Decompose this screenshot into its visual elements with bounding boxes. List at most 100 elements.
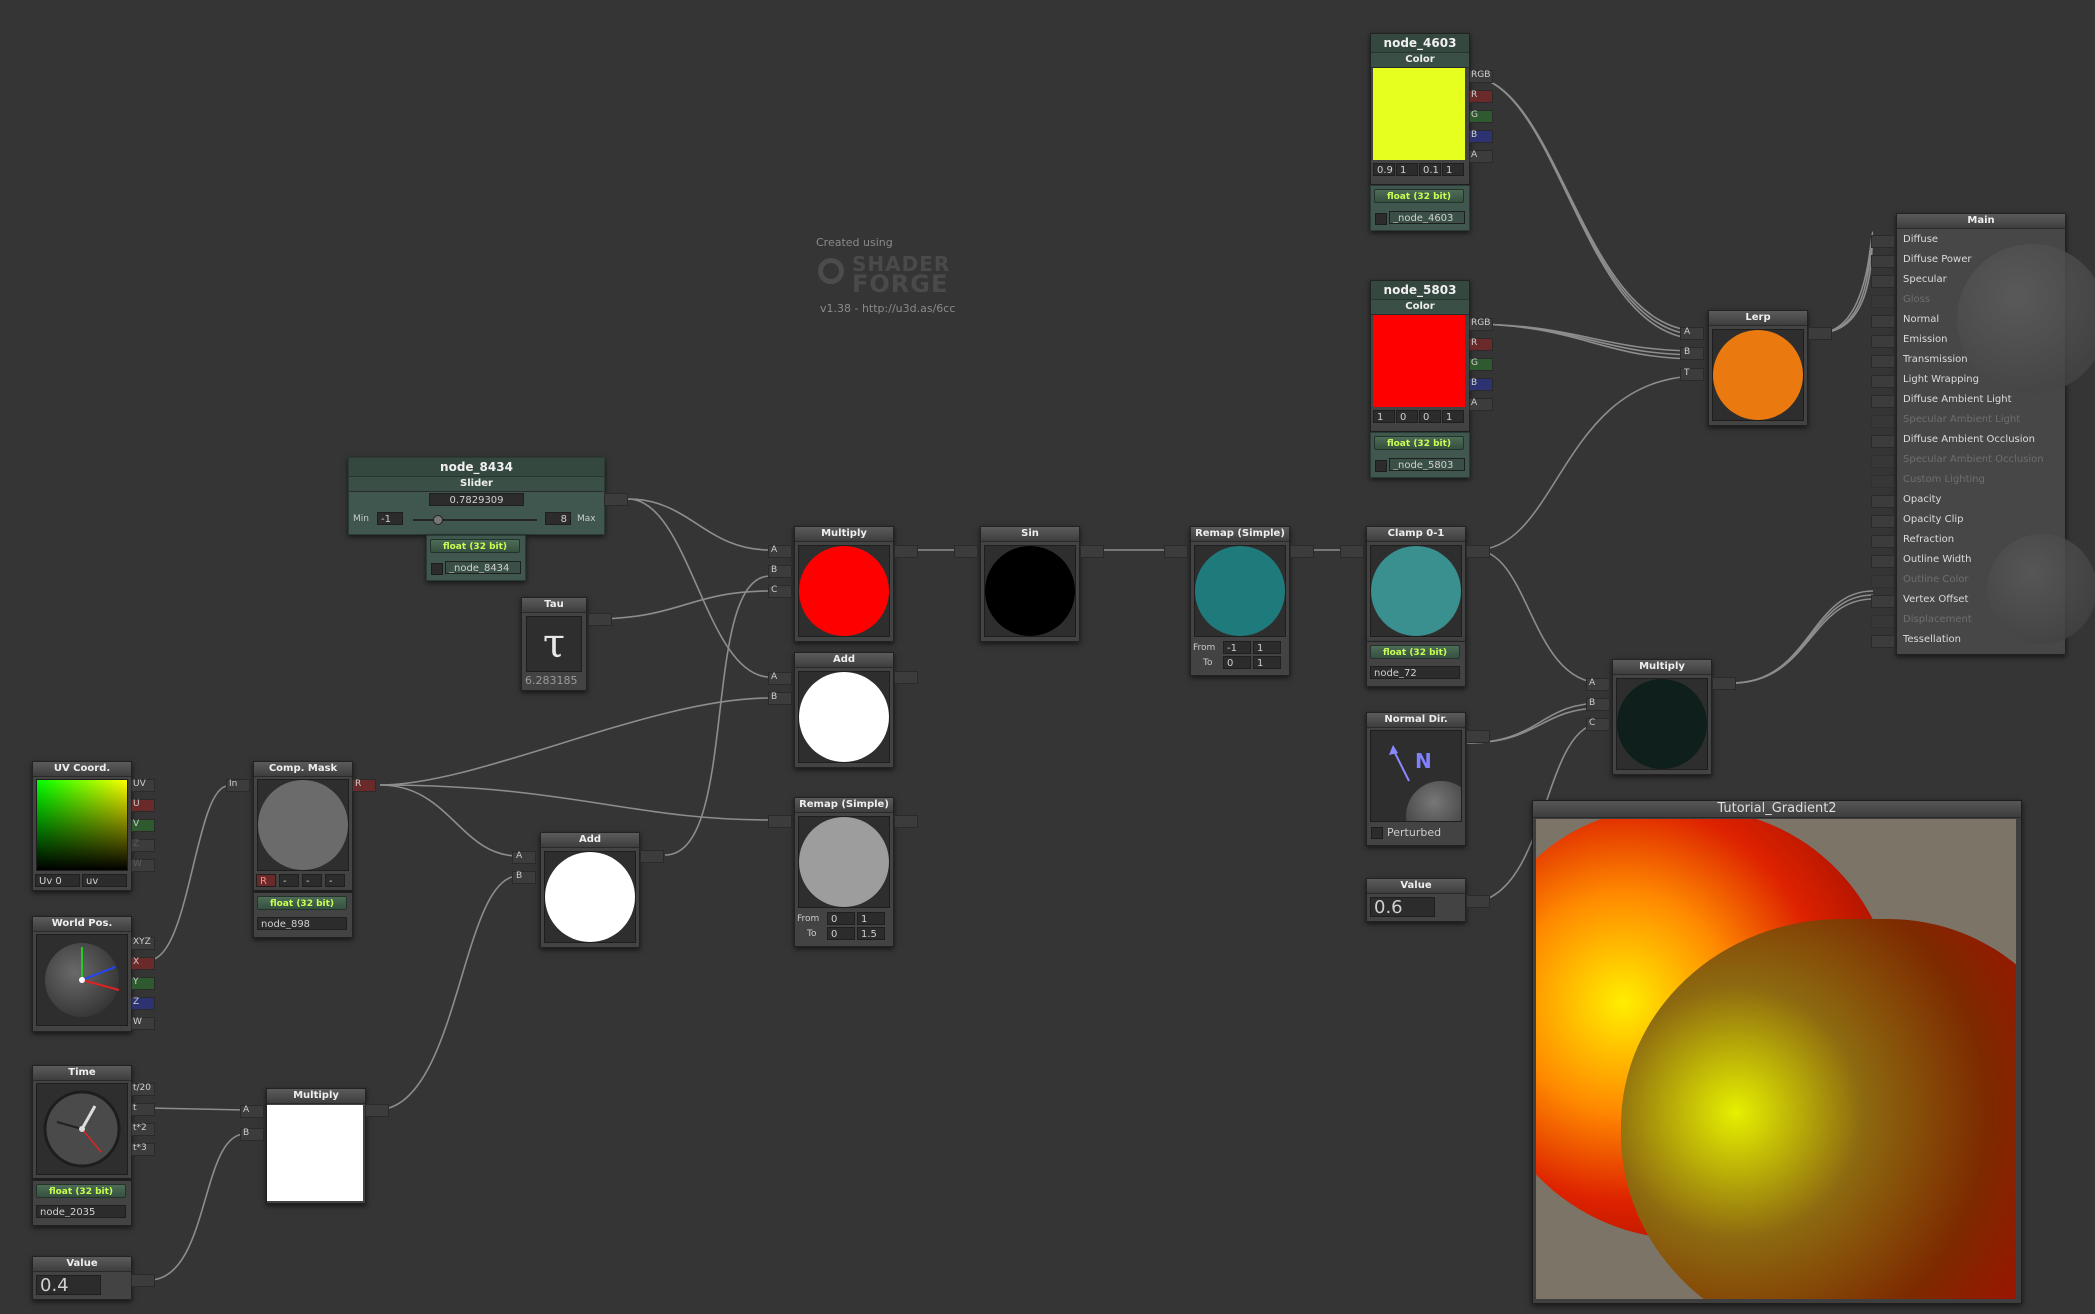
preview-viewport[interactable] [1536, 819, 2016, 1299]
variable-name-field[interactable]: _node_8434 [445, 561, 521, 574]
output-port[interactable] [894, 671, 918, 684]
color-b-field[interactable]: 0 [1419, 410, 1441, 423]
output-port[interactable] [604, 493, 628, 506]
main-input-row[interactable]: Diffuse Ambient Occlusion [1871, 430, 2067, 450]
channel-g-dropdown[interactable]: - [279, 874, 299, 887]
precision-dropdown[interactable]: float (32 bit) [1374, 189, 1464, 203]
output-port[interactable] [894, 545, 918, 558]
variable-name-field[interactable]: node_72 [1370, 666, 1460, 679]
main-input-row[interactable]: Specular Ambient Occlusion [1871, 450, 2067, 470]
to-min-field[interactable]: 0 [827, 927, 855, 940]
name-checkbox[interactable] [1375, 213, 1387, 225]
color-swatch[interactable] [1373, 315, 1465, 407]
main-input-row[interactable]: Opacity Clip [1871, 510, 2067, 530]
main-input-row[interactable]: Diffuse Ambient Light [1871, 390, 2067, 410]
to-max-field[interactable]: 1.5 [857, 927, 885, 940]
main-input-port[interactable] [1871, 575, 1895, 588]
output-port[interactable] [1080, 545, 1104, 558]
output-port[interactable] [1808, 327, 1832, 340]
from-min-field[interactable]: 0 [827, 912, 855, 925]
variable-name-field[interactable]: _node_4603 [1389, 211, 1465, 224]
value-field[interactable]: 0.4 [36, 1275, 101, 1295]
to-min-field[interactable]: 0 [1223, 656, 1251, 669]
value-field[interactable]: 0.6 [1370, 897, 1435, 917]
precision-dropdown[interactable]: float (32 bit) [1370, 645, 1460, 659]
output-port[interactable] [1290, 545, 1314, 558]
color-r-field[interactable]: 1 [1373, 410, 1395, 423]
output-port[interactable] [588, 613, 612, 626]
main-input-row[interactable]: Specular Ambient Light [1871, 410, 2067, 430]
main-input-port[interactable] [1871, 335, 1895, 348]
variable-name-field[interactable]: _node_5803 [1389, 458, 1465, 471]
main-input-port[interactable] [1871, 395, 1895, 408]
channel-a-dropdown[interactable]: - [325, 874, 345, 887]
color-r-field[interactable]: 0.9 [1373, 163, 1395, 176]
main-input-port[interactable] [1871, 435, 1895, 448]
precision-dropdown[interactable]: float (32 bit) [257, 896, 347, 910]
precision-dropdown[interactable]: float (32 bit) [1374, 436, 1464, 450]
output-port[interactable] [1466, 895, 1490, 908]
input-port[interactable] [1164, 545, 1188, 558]
main-input-row[interactable]: Vertex Offset [1871, 590, 2067, 610]
uv-type-dropdown[interactable]: uv [82, 874, 127, 887]
main-input-row[interactable]: Gloss [1871, 290, 2067, 310]
color-b-field[interactable]: 0.1 [1419, 163, 1441, 176]
main-input-port[interactable] [1871, 295, 1895, 308]
variable-name-field[interactable]: node_2035 [36, 1205, 126, 1218]
input-port[interactable] [1340, 545, 1364, 558]
main-input-row[interactable]: Emission [1871, 330, 2067, 350]
value-node-2[interactable]: Value 0.6 [1366, 878, 1466, 922]
add-node-1[interactable]: Add [794, 652, 894, 768]
main-input-port[interactable] [1871, 455, 1895, 468]
main-input-port[interactable] [1871, 235, 1895, 248]
channel-r-dropdown[interactable]: R [256, 874, 276, 887]
slider-value-field[interactable]: 0.7829309 [429, 493, 524, 506]
sin-node[interactable]: Sin [980, 526, 1080, 642]
color-node-1[interactable]: node_4603 Color 0.9 1 0.1 1 [1370, 33, 1470, 185]
main-input-port[interactable] [1871, 315, 1895, 328]
output-port[interactable] [640, 850, 664, 863]
output-port[interactable] [365, 1104, 389, 1117]
main-input-port[interactable] [1871, 415, 1895, 428]
main-input-port[interactable] [1871, 495, 1895, 508]
multiply-node-3[interactable]: Multiply [266, 1088, 366, 1204]
from-max-field[interactable]: 1 [857, 912, 885, 925]
remap-simple-node-2[interactable]: Remap (Simple) From 0 1 To 0 1.5 [794, 797, 894, 947]
uv-channel-dropdown[interactable]: Uv 0 [35, 874, 80, 887]
name-checkbox[interactable] [431, 563, 443, 575]
main-input-row[interactable]: Diffuse Power [1871, 250, 2067, 270]
main-input-row[interactable]: Outline Color [1871, 570, 2067, 590]
input-port[interactable] [954, 545, 978, 558]
value-node-1[interactable]: Value 0.4 [32, 1256, 132, 1300]
main-input-row[interactable]: Specular [1871, 270, 2067, 290]
main-input-row[interactable]: Outline Width [1871, 550, 2067, 570]
preview-window[interactable]: Tutorial_Gradient2 [1532, 800, 2022, 1304]
component-mask-node[interactable]: Comp. Mask R - - - [253, 761, 353, 891]
variable-name-field[interactable]: node_898 [257, 917, 347, 930]
slider-track[interactable] [413, 519, 537, 521]
remap-simple-node-1[interactable]: Remap (Simple) From -1 1 To 0 1 [1190, 526, 1290, 676]
main-input-port[interactable] [1871, 595, 1895, 608]
perturbed-checkbox[interactable] [1371, 827, 1383, 839]
main-input-row[interactable]: Normal [1871, 310, 2067, 330]
tau-node[interactable]: Tau τ 6.283185 [521, 597, 587, 691]
main-input-port[interactable] [1871, 515, 1895, 528]
normal-dir-node[interactable]: Normal Dir. N Perturbed [1366, 712, 1466, 846]
lerp-node[interactable]: Lerp [1708, 310, 1808, 426]
multiply-node-2[interactable]: Multiply [1612, 659, 1712, 775]
main-input-port[interactable] [1871, 635, 1895, 648]
uv-coord-node[interactable]: UV Coord. Uv 0 uv [32, 761, 132, 891]
color-g-field[interactable]: 0 [1396, 410, 1418, 423]
precision-dropdown[interactable]: float (32 bit) [430, 539, 520, 553]
name-checkbox[interactable] [1375, 460, 1387, 472]
output-port[interactable] [1466, 545, 1490, 558]
color-a-field[interactable]: 1 [1442, 410, 1464, 423]
main-input-port[interactable] [1871, 375, 1895, 388]
main-input-port[interactable] [1871, 275, 1895, 288]
from-min-field[interactable]: -1 [1223, 641, 1251, 654]
color-node-2[interactable]: node_5803 Color 1 0 0 1 [1370, 280, 1470, 432]
main-input-row[interactable]: Displacement [1871, 610, 2067, 630]
world-pos-node[interactable]: World Pos. [32, 916, 132, 1032]
to-max-field[interactable]: 1 [1253, 656, 1281, 669]
color-g-field[interactable]: 1 [1396, 163, 1418, 176]
